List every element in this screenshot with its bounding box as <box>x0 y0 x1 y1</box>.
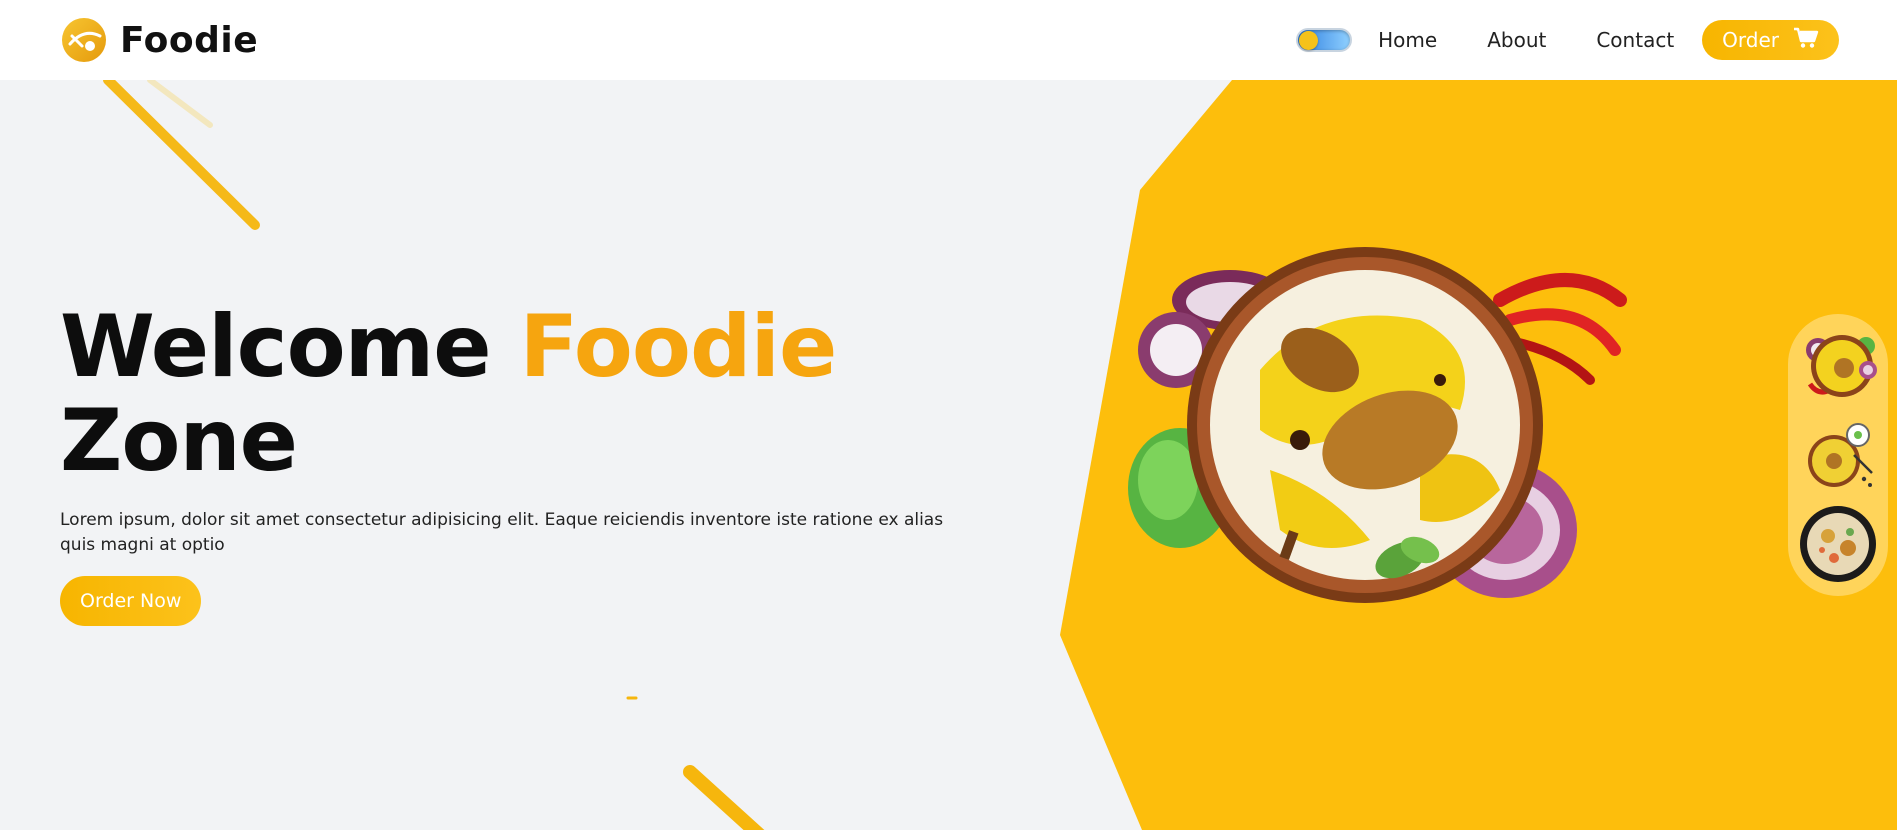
nav-link-home[interactable]: Home <box>1378 28 1437 52</box>
biryani-thumb-3[interactable] <box>1798 504 1878 584</box>
order-now-button[interactable]: Order Now <box>60 576 202 626</box>
order-button-label: Order <box>1722 28 1779 52</box>
sun-sky-toggle-icon <box>1299 31 1319 50</box>
nav-link-about[interactable]: About <box>1487 28 1546 52</box>
order-button[interactable]: Order <box>1702 20 1839 60</box>
nav-menu: Home About Contact Order <box>1296 20 1839 60</box>
headline-welcome: Welcome <box>60 297 520 397</box>
hero-description: Lorem ipsum, dolor sit amet consectetur … <box>60 510 944 555</box>
brand[interactable]: Foodie <box>60 16 258 64</box>
fork-spoon-logo-icon <box>60 16 108 64</box>
headline-zone: Zone <box>60 391 298 491</box>
cart-icon <box>1793 27 1819 54</box>
theme-toggle[interactable] <box>1296 28 1353 52</box>
hero-headline: Welcome Foodie Zone <box>60 300 960 488</box>
biryani-thumb-2[interactable] <box>1798 415 1878 495</box>
thumbnail-rail <box>1788 314 1888 596</box>
headline-accent: Foodie <box>519 297 838 397</box>
biryani-thumb-1[interactable] <box>1798 326 1878 406</box>
brand-name: Foodie <box>120 19 259 61</box>
hero-section: Welcome Foodie Zone Lorem ipsum, dolor s… <box>60 300 960 626</box>
navbar: Foodie Home About Contact Order <box>0 0 1897 80</box>
biryani-bowl-image <box>1120 240 1640 630</box>
nav-link-contact[interactable]: Contact <box>1596 28 1674 52</box>
